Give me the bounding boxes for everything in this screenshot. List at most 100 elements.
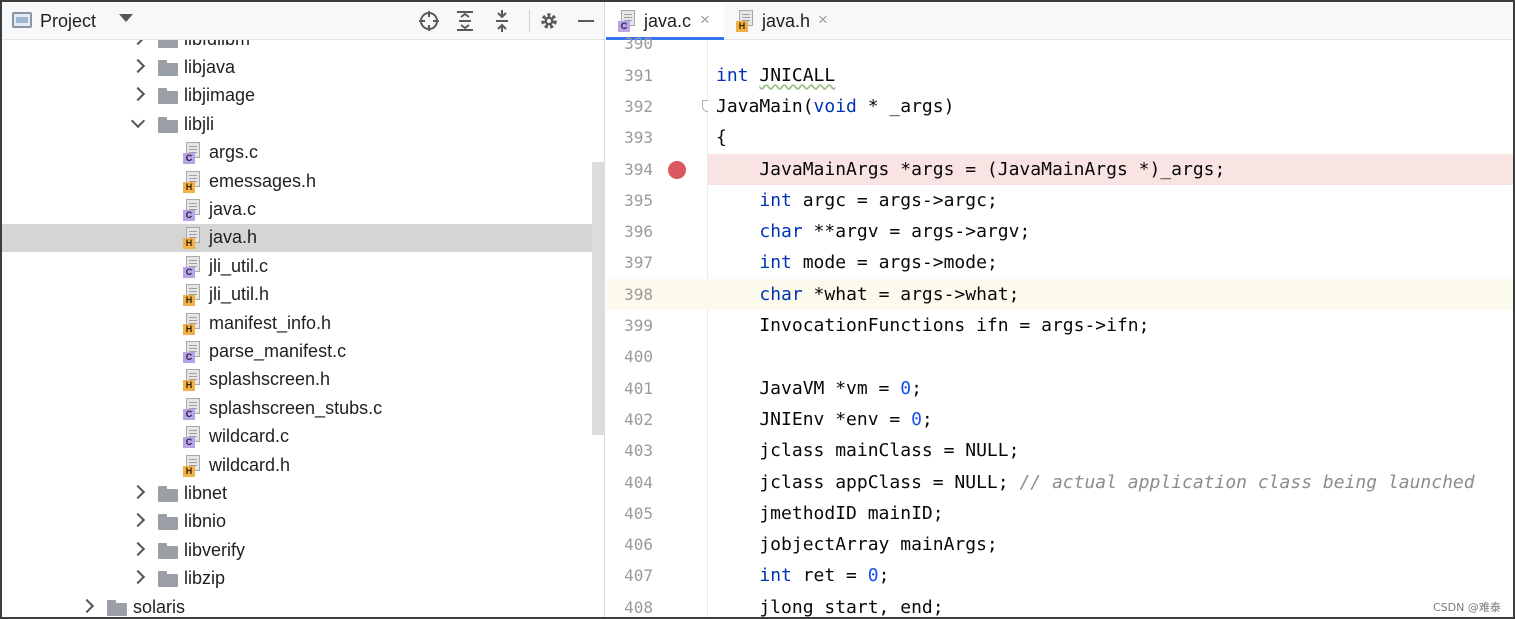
chevron-right-icon[interactable] <box>131 514 145 528</box>
code-line[interactable]: jclass appClass = NULL; // actual applic… <box>708 467 1513 498</box>
tree-file-manifest_info-h[interactable]: Hmanifest_info.h <box>2 310 592 338</box>
tree-file-emessages-h[interactable]: Hemessages.h <box>2 168 592 196</box>
tree-folder-libnet[interactable]: libnet <box>2 480 592 508</box>
chevron-right-icon[interactable] <box>80 600 94 614</box>
minimize-icon[interactable] <box>574 9 598 33</box>
code-line[interactable]: jlong start, end; <box>708 592 1513 617</box>
breakpoint-icon[interactable] <box>668 160 686 179</box>
code-line[interactable]: JavaMainArgs *args = (JavaMainArgs *)_ar… <box>708 153 1513 185</box>
code-line[interactable] <box>708 40 1513 59</box>
c-file-icon: C <box>183 255 203 278</box>
c-file-icon: C <box>183 340 203 363</box>
code-line[interactable]: JavaMain(void * _args) <box>708 91 1513 122</box>
tree-item-label: splashscreen.h <box>209 369 331 390</box>
tree-file-wildcard-c[interactable]: Cwildcard.c <box>2 423 592 451</box>
code-line[interactable]: JNIEnv *env = 0; <box>708 404 1513 435</box>
code-token: 0 <box>900 377 912 399</box>
line-number: 405 <box>624 503 653 523</box>
code-line-text: JNIEnv *env = 0; <box>716 408 933 430</box>
folder-icon <box>158 88 178 105</box>
chevron-down-icon[interactable] <box>131 117 145 131</box>
line-number: 404 <box>624 472 653 492</box>
c-file-icon: C <box>183 142 203 165</box>
tree-item-label: jli_util.c <box>209 255 269 276</box>
chevron-down-icon[interactable] <box>119 14 133 22</box>
locate-icon[interactable] <box>417 9 441 33</box>
line-number: 403 <box>624 441 653 461</box>
expand-all-icon[interactable] <box>453 9 477 33</box>
tree-file-parse_manifest-c[interactable]: Cparse_manifest.c <box>2 338 592 366</box>
code-token: ; <box>878 565 890 587</box>
tree-folder-libzip[interactable]: libzip <box>2 565 592 593</box>
code-line[interactable]: char *what = args->what; <box>708 278 1513 310</box>
tree-file-splashscreen_stubs-c[interactable]: Csplashscreen_stubs.c <box>2 395 592 423</box>
line-number: 393 <box>624 128 653 148</box>
tree-file-java-c[interactable]: Cjava.c <box>2 196 592 224</box>
code-line-text: int argc = args->argc; <box>716 190 997 211</box>
close-icon[interactable]: × <box>818 10 828 30</box>
folder-icon <box>107 599 127 616</box>
tree-item-label: libnio <box>184 511 227 532</box>
project-tree[interactable]: libfdlibm libjavalibjimagelibjliCargs.cHe… <box>2 40 604 618</box>
code-token: char <box>759 283 803 305</box>
code-line[interactable]: char **argv = args->argv; <box>708 216 1513 247</box>
code-line[interactable]: int mode = args->mode; <box>708 247 1513 278</box>
code-token: 0 <box>867 565 879 587</box>
tree-file-jli_util-h[interactable]: Hjli_util.h <box>2 281 592 309</box>
h-file-icon: H <box>183 227 203 250</box>
editor-gutter[interactable]: 390 391 392 393 394 395 396 397 398 399 400 401 402 4… <box>606 34 713 617</box>
tree-scrollbar[interactable] <box>592 162 604 435</box>
tree-file-args-c[interactable]: Cargs.c <box>2 139 592 167</box>
chevron-right-icon[interactable] <box>131 543 145 557</box>
code-token: * _args) <box>856 95 955 117</box>
tree-folder-libfdlibm[interactable]: libfdlibm <box>2 40 592 54</box>
watermark: CSDN @难泰 <box>1433 601 1501 614</box>
toolbar-divider <box>529 10 530 32</box>
tree-file-splashscreen-h[interactable]: Hsplashscreen.h <box>2 366 592 394</box>
chevron-right-icon[interactable] <box>131 571 145 585</box>
code-line[interactable]: jclass mainClass = NULL; <box>708 435 1513 466</box>
code-line[interactable]: jobjectArray mainArgs; <box>708 529 1513 560</box>
tree-folder-solaris[interactable]: solaris <box>2 594 592 618</box>
line-number: 396 <box>624 222 653 242</box>
code-token: ; <box>911 377 922 399</box>
code-line-text: jlong start, end; <box>716 597 943 617</box>
tree-item-label: wildcard.c <box>209 426 290 447</box>
code-area[interactable]: int JNICALL JavaMain(void * _args) { JavaM… <box>708 40 1513 617</box>
code-token: ; <box>921 408 933 430</box>
chevron-right-icon[interactable] <box>131 486 145 500</box>
code-line[interactable]: JavaVM *vm = 0; <box>708 373 1513 404</box>
code-line[interactable]: int argc = args->argc; <box>708 185 1513 216</box>
tree-folder-libjli[interactable]: libjli <box>2 111 592 139</box>
tree-item-label: libfdlibm <box>184 40 250 50</box>
code-line[interactable]: int ret = 0; <box>708 560 1513 591</box>
tree-folder-libverify[interactable]: libverify <box>2 537 592 565</box>
tree-item-label: java.c <box>209 198 257 219</box>
c-file-icon: C <box>618 10 638 32</box>
tree-file-java-h[interactable]: Hjava.h <box>2 224 592 253</box>
code-line-text: JavaVM *vm = 0; <box>716 378 922 399</box>
code-line[interactable]: int JNICALL <box>708 60 1513 91</box>
chevron-right-icon[interactable] <box>131 40 145 46</box>
tree-file-jli_util-c[interactable]: Cjli_util.c <box>2 253 592 281</box>
tree-folder-libnio[interactable]: libnio <box>2 508 592 536</box>
code-line[interactable]: InvocationFunctions ifn = args->ifn; <box>708 310 1513 341</box>
tab-java-h[interactable]: Hjava.h × <box>724 2 834 40</box>
code-line[interactable]: jmethodID mainID; <box>708 498 1513 529</box>
tree-file-wildcard-h[interactable]: Hwildcard.h <box>2 452 592 480</box>
collapse-all-icon[interactable] <box>490 9 514 33</box>
h-file-icon: H <box>183 312 203 335</box>
project-panel-title[interactable]: Project <box>40 11 96 32</box>
chevron-right-icon[interactable] <box>131 60 145 74</box>
code-line[interactable] <box>708 341 1513 372</box>
line-number: 391 <box>624 65 653 85</box>
tree-folder-libjava[interactable]: libjava <box>2 54 592 82</box>
close-icon[interactable]: × <box>700 10 710 30</box>
tree-folder-libjimage[interactable]: libjimage <box>2 82 592 110</box>
code-line[interactable]: { <box>708 122 1513 153</box>
chevron-right-icon[interactable] <box>131 88 145 102</box>
gear-icon[interactable] <box>537 9 561 33</box>
code-line-text: int ret = 0; <box>716 565 889 586</box>
